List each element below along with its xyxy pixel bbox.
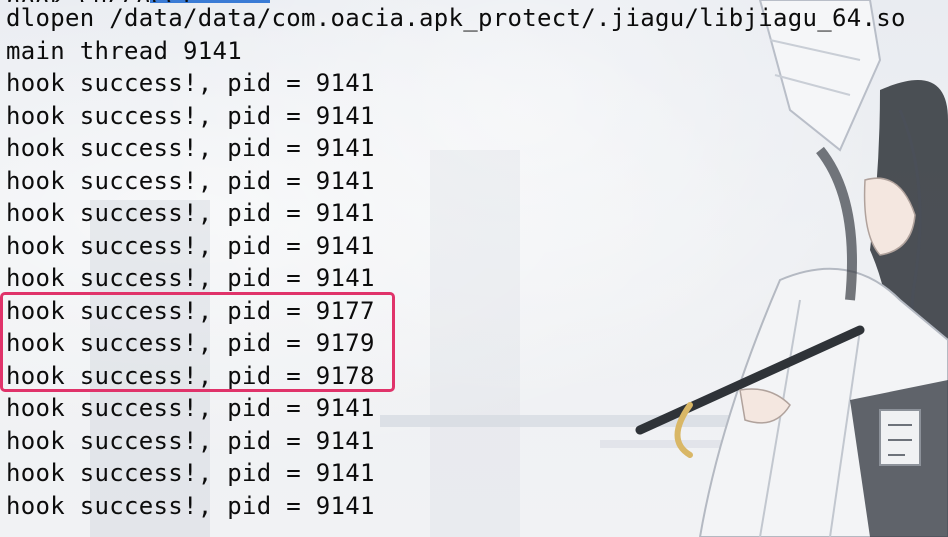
terminal-line: hook success!, pid = 9141 bbox=[6, 69, 375, 97]
terminal-line: hook success!, pid = 9141 bbox=[6, 394, 375, 422]
terminal-line: hook success!, pid = 9141 bbox=[6, 459, 375, 487]
terminal-line: dlopen /data/data/com.oacia.apk_protect/… bbox=[6, 4, 906, 32]
terminal-line: hook success!, pid = 9141 bbox=[6, 101, 375, 130]
terminal-line: hook success!, pid = 9141 bbox=[6, 199, 375, 227]
terminal-line: hook success!, pid = 9141 bbox=[6, 231, 375, 260]
terminal-line: hook success!, pid = 9141 bbox=[6, 134, 375, 162]
terminal-line: hook success!, pid = 9141 bbox=[6, 491, 375, 520]
terminal-line: hook success!, pid = 9141 bbox=[6, 426, 375, 455]
terminal-output[interactable]: dlopen /data/data/com.oacia.apk_protect/… bbox=[6, 2, 906, 522]
highlight-annotation-box bbox=[0, 292, 395, 392]
terminal-line: hook success!, pid = 9141 bbox=[6, 166, 375, 195]
terminal-line: hook success!, pid = 9141 bbox=[6, 264, 375, 292]
terminal-line: main thread 9141 bbox=[6, 36, 242, 65]
